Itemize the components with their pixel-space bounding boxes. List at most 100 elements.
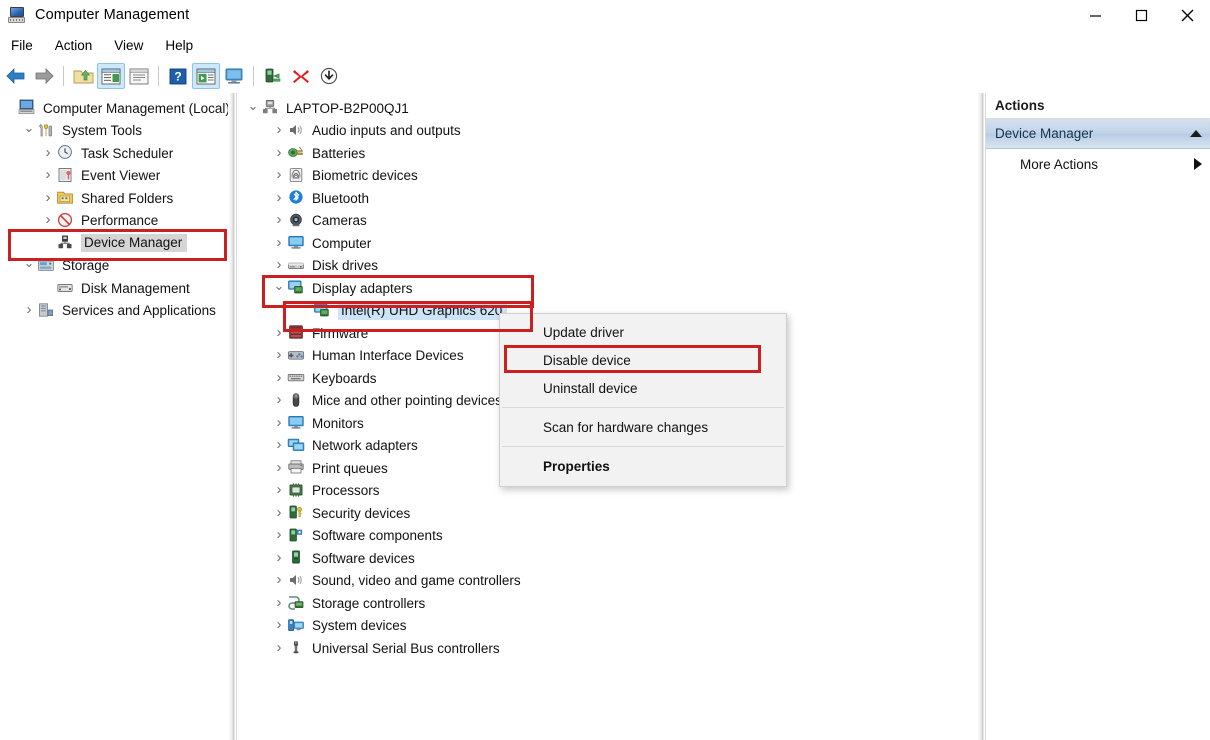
menu-action[interactable]: Action — [44, 35, 104, 56]
back-button[interactable] — [2, 63, 30, 89]
up-folder-button[interactable] — [69, 63, 97, 89]
arrow-left-icon — [6, 68, 25, 84]
tree-row[interactable]: ⌄ Storage — [0, 255, 228, 278]
minimize-button[interactable] — [1072, 0, 1118, 30]
chevron-right-icon[interactable]: › — [21, 302, 37, 317]
tree-row-label: Processors — [312, 483, 380, 499]
chevron-right-icon[interactable]: › — [271, 482, 287, 497]
chevron-right-icon[interactable]: › — [271, 505, 287, 520]
tree-row[interactable]: › Batteries — [237, 142, 980, 165]
arrow-right-icon — [35, 68, 54, 84]
show-hide-action-pane-button[interactable] — [125, 63, 153, 89]
tree-row[interactable]: ⌄ Display adapters — [237, 277, 980, 300]
chevron-right-icon[interactable]: › — [271, 437, 287, 452]
actions-section-device-manager[interactable]: Device Manager — [986, 119, 1210, 149]
context-menu-item-disable-device[interactable]: Disable device — [500, 346, 786, 374]
chevron-right-icon[interactable]: › — [271, 595, 287, 610]
tree-row[interactable]: ⌄ System Tools — [0, 120, 228, 143]
security-device-icon — [287, 504, 307, 522]
tree-row[interactable]: › Software components — [237, 525, 980, 548]
connect-to-another-computer-button[interactable] — [220, 63, 248, 89]
menu-help[interactable]: Help — [154, 35, 204, 56]
chevron-right-icon[interactable]: › — [271, 415, 287, 430]
chevron-right-icon[interactable]: › — [271, 347, 287, 362]
toolbar-separator — [63, 66, 64, 86]
tree-row[interactable]: › Performance — [0, 210, 228, 233]
details-pane-icon — [196, 68, 216, 84]
tree-row[interactable]: ⌄ LAPTOP-B2P00QJ1 — [237, 97, 980, 120]
chevron-down-icon[interactable]: ⌄ — [21, 256, 37, 269]
chevron-right-icon[interactable]: › — [271, 460, 287, 475]
tree-row[interactable]: › Universal Serial Bus controllers — [237, 637, 980, 660]
tree-row[interactable]: › Disk drives — [237, 255, 980, 278]
help-button[interactable]: ? — [164, 63, 192, 89]
close-button[interactable] — [1164, 0, 1210, 30]
tree-row[interactable]: › Bluetooth — [237, 187, 980, 210]
show-hide-details-button[interactable] — [192, 63, 220, 89]
chevron-right-icon[interactable]: › — [271, 370, 287, 385]
menu-view[interactable]: View — [103, 35, 154, 56]
tree-row-label: Disk Management — [81, 280, 190, 296]
context-menu-item-uninstall-device[interactable]: Uninstall device — [500, 374, 786, 402]
tree-row[interactable]: › Audio inputs and outputs — [237, 120, 980, 143]
chevron-right-icon[interactable]: › — [271, 550, 287, 565]
tree-row[interactable]: › System devices — [237, 615, 980, 638]
right-splitter[interactable] — [978, 93, 984, 740]
show-hide-console-tree-button[interactable] — [97, 63, 125, 89]
chevron-down-icon[interactable]: ⌄ — [21, 121, 37, 134]
tree-row[interactable]: Device Manager — [0, 232, 228, 255]
storage-controller-icon — [287, 594, 307, 612]
forward-button[interactable] — [30, 63, 58, 89]
chevron-right-icon[interactable]: › — [271, 235, 287, 250]
tree-row[interactable]: › Security devices — [237, 502, 980, 525]
chevron-right-icon[interactable]: › — [271, 617, 287, 632]
context-menu-item-scan-for-hardware-changes[interactable]: Scan for hardware changes — [500, 413, 786, 441]
tree-row[interactable]: › Cameras — [237, 210, 980, 233]
chevron-right-icon[interactable]: › — [271, 392, 287, 407]
chevron-right-icon[interactable]: › — [40, 145, 56, 160]
chevron-right-icon[interactable]: › — [271, 572, 287, 587]
camera-icon — [287, 212, 307, 230]
chevron-right-icon[interactable]: › — [271, 325, 287, 340]
context-menu-item-update-driver[interactable]: Update driver — [500, 318, 786, 346]
chevron-right-icon[interactable]: › — [40, 167, 56, 182]
chevron-right-icon[interactable] — [1194, 158, 1202, 170]
tree-row-label: Intel(R) UHD Graphics 620 — [338, 301, 508, 320]
tree-row[interactable]: › Storage controllers — [237, 592, 980, 615]
tree-row[interactable]: › Event Viewer — [0, 165, 228, 188]
tree-row[interactable]: › Biometric devices — [237, 165, 980, 188]
chevron-down-icon[interactable]: ⌄ — [271, 279, 287, 292]
title-bar: Computer Management — [0, 0, 1210, 30]
chevron-right-icon[interactable]: › — [271, 527, 287, 542]
tree-row[interactable]: › Shared Folders — [0, 187, 228, 210]
context-menu-item-properties[interactable]: Properties — [500, 452, 786, 480]
tree-row[interactable]: › Software devices — [237, 547, 980, 570]
chevron-right-icon[interactable]: › — [271, 190, 287, 205]
tree-row-label: Shared Folders — [81, 190, 174, 206]
uninstall-device-button[interactable] — [287, 63, 315, 89]
chevron-right-icon[interactable]: › — [271, 212, 287, 227]
menu-file[interactable]: File — [0, 35, 44, 56]
chevron-right-icon[interactable]: › — [271, 145, 287, 160]
tree-row[interactable]: Computer Management (Local) — [0, 97, 228, 120]
chevron-right-icon[interactable]: › — [271, 167, 287, 182]
actions-item-more-actions[interactable]: More Actions — [986, 149, 1210, 179]
chevron-right-icon[interactable]: › — [271, 640, 287, 655]
chevron-right-icon[interactable]: › — [271, 257, 287, 272]
chevron-right-icon[interactable]: › — [40, 190, 56, 205]
left-splitter[interactable] — [229, 93, 235, 740]
update-driver-button[interactable] — [259, 63, 287, 89]
chevron-right-icon[interactable]: › — [40, 212, 56, 227]
maximize-button[interactable] — [1118, 0, 1164, 30]
chevron-right-icon[interactable]: › — [271, 122, 287, 137]
tree-row[interactable]: › Sound, video and game controllers — [237, 570, 980, 593]
tree-row[interactable]: Disk Management — [0, 277, 228, 300]
tree-row[interactable]: › Computer — [237, 232, 980, 255]
tree-row-label: Services and Applications — [62, 303, 216, 319]
scan-hardware-changes-button[interactable] — [315, 63, 343, 89]
chevron-up-icon[interactable] — [1190, 130, 1202, 137]
chevron-down-icon[interactable]: ⌄ — [245, 99, 261, 112]
tree-row-label: Computer — [312, 235, 372, 251]
tree-row[interactable]: › Services and Applications — [0, 300, 228, 323]
tree-row[interactable]: › Task Scheduler — [0, 142, 228, 165]
